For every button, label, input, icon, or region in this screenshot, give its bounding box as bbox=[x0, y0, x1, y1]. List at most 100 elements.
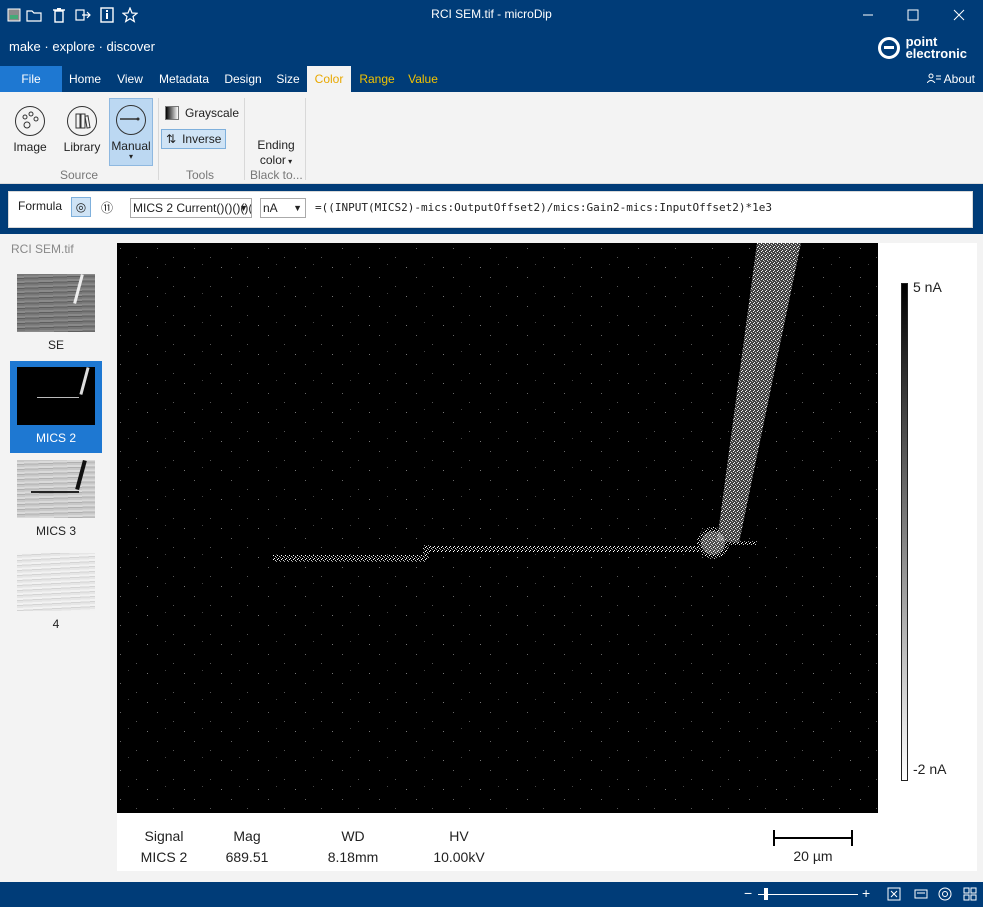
about-label: About bbox=[943, 72, 975, 86]
about-button[interactable]: About bbox=[926, 66, 975, 92]
ending-color-button[interactable]: Ending color ▾ bbox=[252, 138, 300, 169]
thumbnail-sidebar: RCI SEM.tif SE MICS 2 MICS 3 4 bbox=[0, 234, 112, 882]
source-manual-label: Manual bbox=[111, 139, 151, 153]
channel-select[interactable]: MICS 2 Current()()()()( ▼ bbox=[130, 198, 252, 218]
meta-hv: HV 10.00kV bbox=[423, 826, 495, 868]
scale-bar-label: 20 µm bbox=[793, 848, 833, 864]
ribbon: Image Library Manual ▾ Source Grayscale … bbox=[0, 92, 983, 184]
zoom-in-icon[interactable]: + bbox=[862, 885, 870, 901]
meta-mag-value: 689.51 bbox=[225, 849, 269, 865]
meta-signal: Signal MICS 2 bbox=[135, 826, 193, 868]
palette-icon bbox=[15, 106, 45, 136]
tab-home[interactable]: Home bbox=[64, 66, 106, 92]
inverse-arrows-icon: ⇅ bbox=[166, 132, 177, 146]
sidebar-file-name: RCI SEM.tif bbox=[11, 242, 74, 256]
close-button[interactable] bbox=[936, 0, 982, 30]
grid-view-icon[interactable] bbox=[962, 887, 977, 902]
tools-group-label: Tools bbox=[186, 168, 215, 182]
inverse-button[interactable]: ⇅ Inverse bbox=[161, 129, 227, 149]
color-bar-max: 5 nA bbox=[913, 279, 942, 295]
thumbnail-se[interactable]: SE bbox=[10, 268, 102, 360]
sem-image[interactable] bbox=[117, 243, 878, 813]
tab-file[interactable]: File bbox=[0, 66, 62, 92]
screen-view-icon[interactable] bbox=[913, 887, 928, 902]
formula-library-button[interactable]: ⑪ bbox=[97, 197, 117, 217]
meta-hv-value: 10.00kV bbox=[433, 849, 485, 865]
scale-bar: 20 µm bbox=[773, 830, 853, 866]
tab-view[interactable]: View bbox=[112, 66, 148, 92]
formula-bar: Formula ◎ ⑪ MICS 2 Current()()()()( ▼ nA… bbox=[8, 191, 973, 228]
meta-signal-value: MICS 2 bbox=[140, 849, 188, 865]
tab-color[interactable]: Color bbox=[307, 66, 351, 92]
unit-select-value: nA bbox=[263, 201, 278, 215]
tagline: make · explore · discover bbox=[9, 39, 155, 54]
status-bar: − + bbox=[0, 882, 983, 907]
grayscale-button[interactable]: Grayscale bbox=[161, 103, 243, 123]
thumbnail-label-4: 4 bbox=[52, 617, 60, 631]
source-library-button[interactable]: Library bbox=[60, 100, 104, 166]
brand-bar: make · explore · discover point electron… bbox=[0, 30, 983, 66]
zoom-handle[interactable] bbox=[764, 888, 768, 900]
ending-color-line1: Ending bbox=[257, 138, 295, 152]
unit-select[interactable]: nA ▼ bbox=[260, 198, 306, 218]
company-logo: point electronic bbox=[877, 35, 967, 61]
color-bar bbox=[901, 283, 908, 781]
zoom-out-icon[interactable]: − bbox=[744, 885, 752, 901]
channel-select-value: MICS 2 Current()()()()( bbox=[133, 201, 252, 215]
thumbnail-image-mics-2 bbox=[17, 367, 95, 425]
menu-bar: File Home View Metadata Design Size Colo… bbox=[0, 66, 983, 92]
maximize-button[interactable] bbox=[890, 0, 936, 30]
ending-color-line2: color bbox=[259, 153, 286, 167]
formula-label: Formula bbox=[18, 199, 63, 213]
ribbon-separator bbox=[244, 98, 245, 180]
logo-line2: electronic bbox=[905, 46, 967, 61]
zoom-track bbox=[758, 894, 858, 895]
fit-to-window-icon[interactable] bbox=[886, 887, 901, 902]
grayscale-icon bbox=[165, 106, 179, 120]
tab-value[interactable]: Value bbox=[404, 66, 442, 92]
thumbnail-image-se bbox=[17, 274, 95, 332]
zoom-slider[interactable]: − + bbox=[744, 885, 874, 901]
tab-metadata[interactable]: Metadata bbox=[154, 66, 214, 92]
meta-wd-label: WD bbox=[341, 828, 365, 844]
thumbnail-4[interactable]: 4 bbox=[10, 547, 102, 639]
source-image-button[interactable]: Image bbox=[8, 100, 52, 166]
formula-library-icon: ⑪ bbox=[100, 200, 113, 215]
source-manual-button[interactable]: Manual ▾ bbox=[109, 98, 153, 166]
image-viewer: Signal MICS 2 Mag 689.51 WD 8.18mm HV 10… bbox=[117, 243, 977, 871]
formula-mode-button[interactable]: ◎ bbox=[71, 197, 91, 217]
meta-hv-label: HV bbox=[449, 828, 469, 844]
meta-mag: Mag 689.51 bbox=[217, 826, 277, 868]
source-library-label: Library bbox=[63, 140, 101, 154]
thumbnail-mics-3[interactable]: MICS 3 bbox=[10, 454, 102, 546]
manual-dropdown-icon: ▾ bbox=[128, 152, 133, 161]
tab-range[interactable]: Range bbox=[356, 66, 398, 92]
formula-expression[interactable]: =((INPUT(MICS2)-mics:OutputOffset2)/mics… bbox=[315, 201, 772, 214]
unit-dropdown-icon: ▼ bbox=[293, 203, 302, 213]
tab-design[interactable]: Design bbox=[220, 66, 266, 92]
formula-mode-icon: ◎ bbox=[75, 200, 87, 214]
ending-dropdown-icon: ▾ bbox=[285, 157, 293, 166]
manual-dial-icon bbox=[116, 105, 146, 135]
thumbnail-label-se: SE bbox=[47, 338, 64, 352]
meta-wd-value: 8.18mm bbox=[327, 849, 379, 865]
content-area: RCI SEM.tif SE MICS 2 MICS 3 4 Signal MI… bbox=[0, 234, 983, 882]
thumbnail-label-mics-3: MICS 3 bbox=[35, 524, 76, 538]
scale-bar-line bbox=[773, 830, 853, 846]
thumbnail-label-mics-2: MICS 2 bbox=[35, 431, 76, 445]
channel-dropdown-icon: ▼ bbox=[239, 203, 248, 213]
sem-image-content bbox=[117, 243, 878, 813]
ribbon-separator bbox=[305, 98, 306, 180]
minimize-button[interactable] bbox=[845, 0, 891, 30]
thumbnail-image-mics-3 bbox=[17, 459, 95, 518]
color-bar-min: -2 nA bbox=[913, 761, 947, 777]
title-bar: RCI SEM.tif - microDip bbox=[0, 0, 983, 30]
ending-group-label: Black to... bbox=[250, 168, 303, 182]
target-view-icon[interactable] bbox=[937, 887, 952, 902]
thumbnail-mics-2[interactable]: MICS 2 bbox=[10, 361, 102, 453]
user-info-icon bbox=[926, 72, 944, 86]
inverse-label: Inverse bbox=[182, 132, 222, 146]
library-icon bbox=[67, 106, 97, 136]
tab-size[interactable]: Size bbox=[272, 66, 304, 92]
window-title: RCI SEM.tif - microDip bbox=[431, 7, 552, 21]
